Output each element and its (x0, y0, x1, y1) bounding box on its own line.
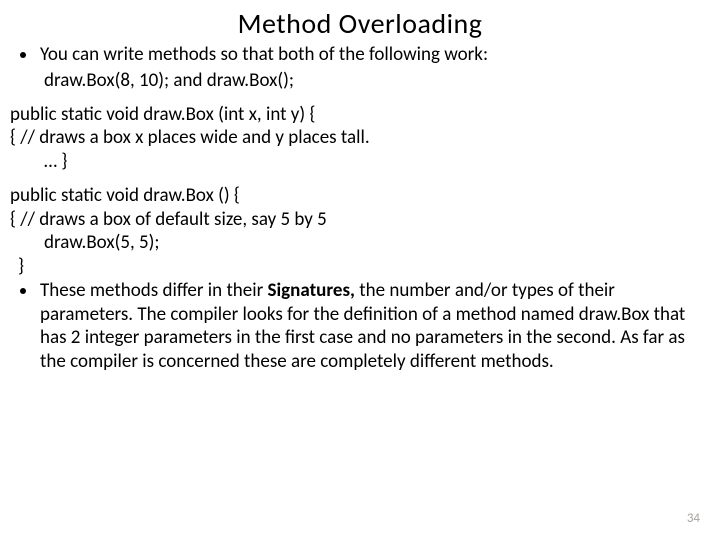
bullet-item-2: These methods differ in their Signatures… (38, 279, 710, 374)
code2-line2: { // draws a box of default size, say 5 … (10, 208, 710, 232)
slide-body: You can write methods so that both of th… (10, 43, 710, 374)
bullet2-bold: Signatures, (268, 279, 360, 302)
slide-title: Method Overloading (10, 6, 710, 41)
bullet1-continuation: draw.Box(8, 10); and draw.Box(); (10, 69, 710, 93)
code-block-2: public static void draw.Box () { { // dr… (10, 184, 710, 279)
bullet-list-1: You can write methods so that both of th… (10, 43, 710, 67)
code1-line2: { // draws a box x places wide and y pla… (10, 126, 710, 150)
bullet1-text: You can write methods so that both of th… (40, 43, 488, 66)
code1-line3: … } (10, 150, 710, 174)
code-block-1: public static void draw.Box (int x, int … (10, 103, 710, 174)
code1-line1: public static void draw.Box (int x, int … (10, 103, 710, 127)
slide: Method Overloading You can write methods… (0, 0, 720, 540)
code2-line3: draw.Box(5, 5); (10, 231, 710, 255)
code2-line1: public static void draw.Box () { (10, 184, 710, 208)
bullet2-pre: These methods differ in their (40, 279, 268, 302)
page-number: 34 (687, 511, 700, 526)
bullet-list-2: These methods differ in their Signatures… (10, 279, 710, 374)
bullet-item-1: You can write methods so that both of th… (38, 43, 710, 67)
code2-line4: } (10, 255, 710, 279)
